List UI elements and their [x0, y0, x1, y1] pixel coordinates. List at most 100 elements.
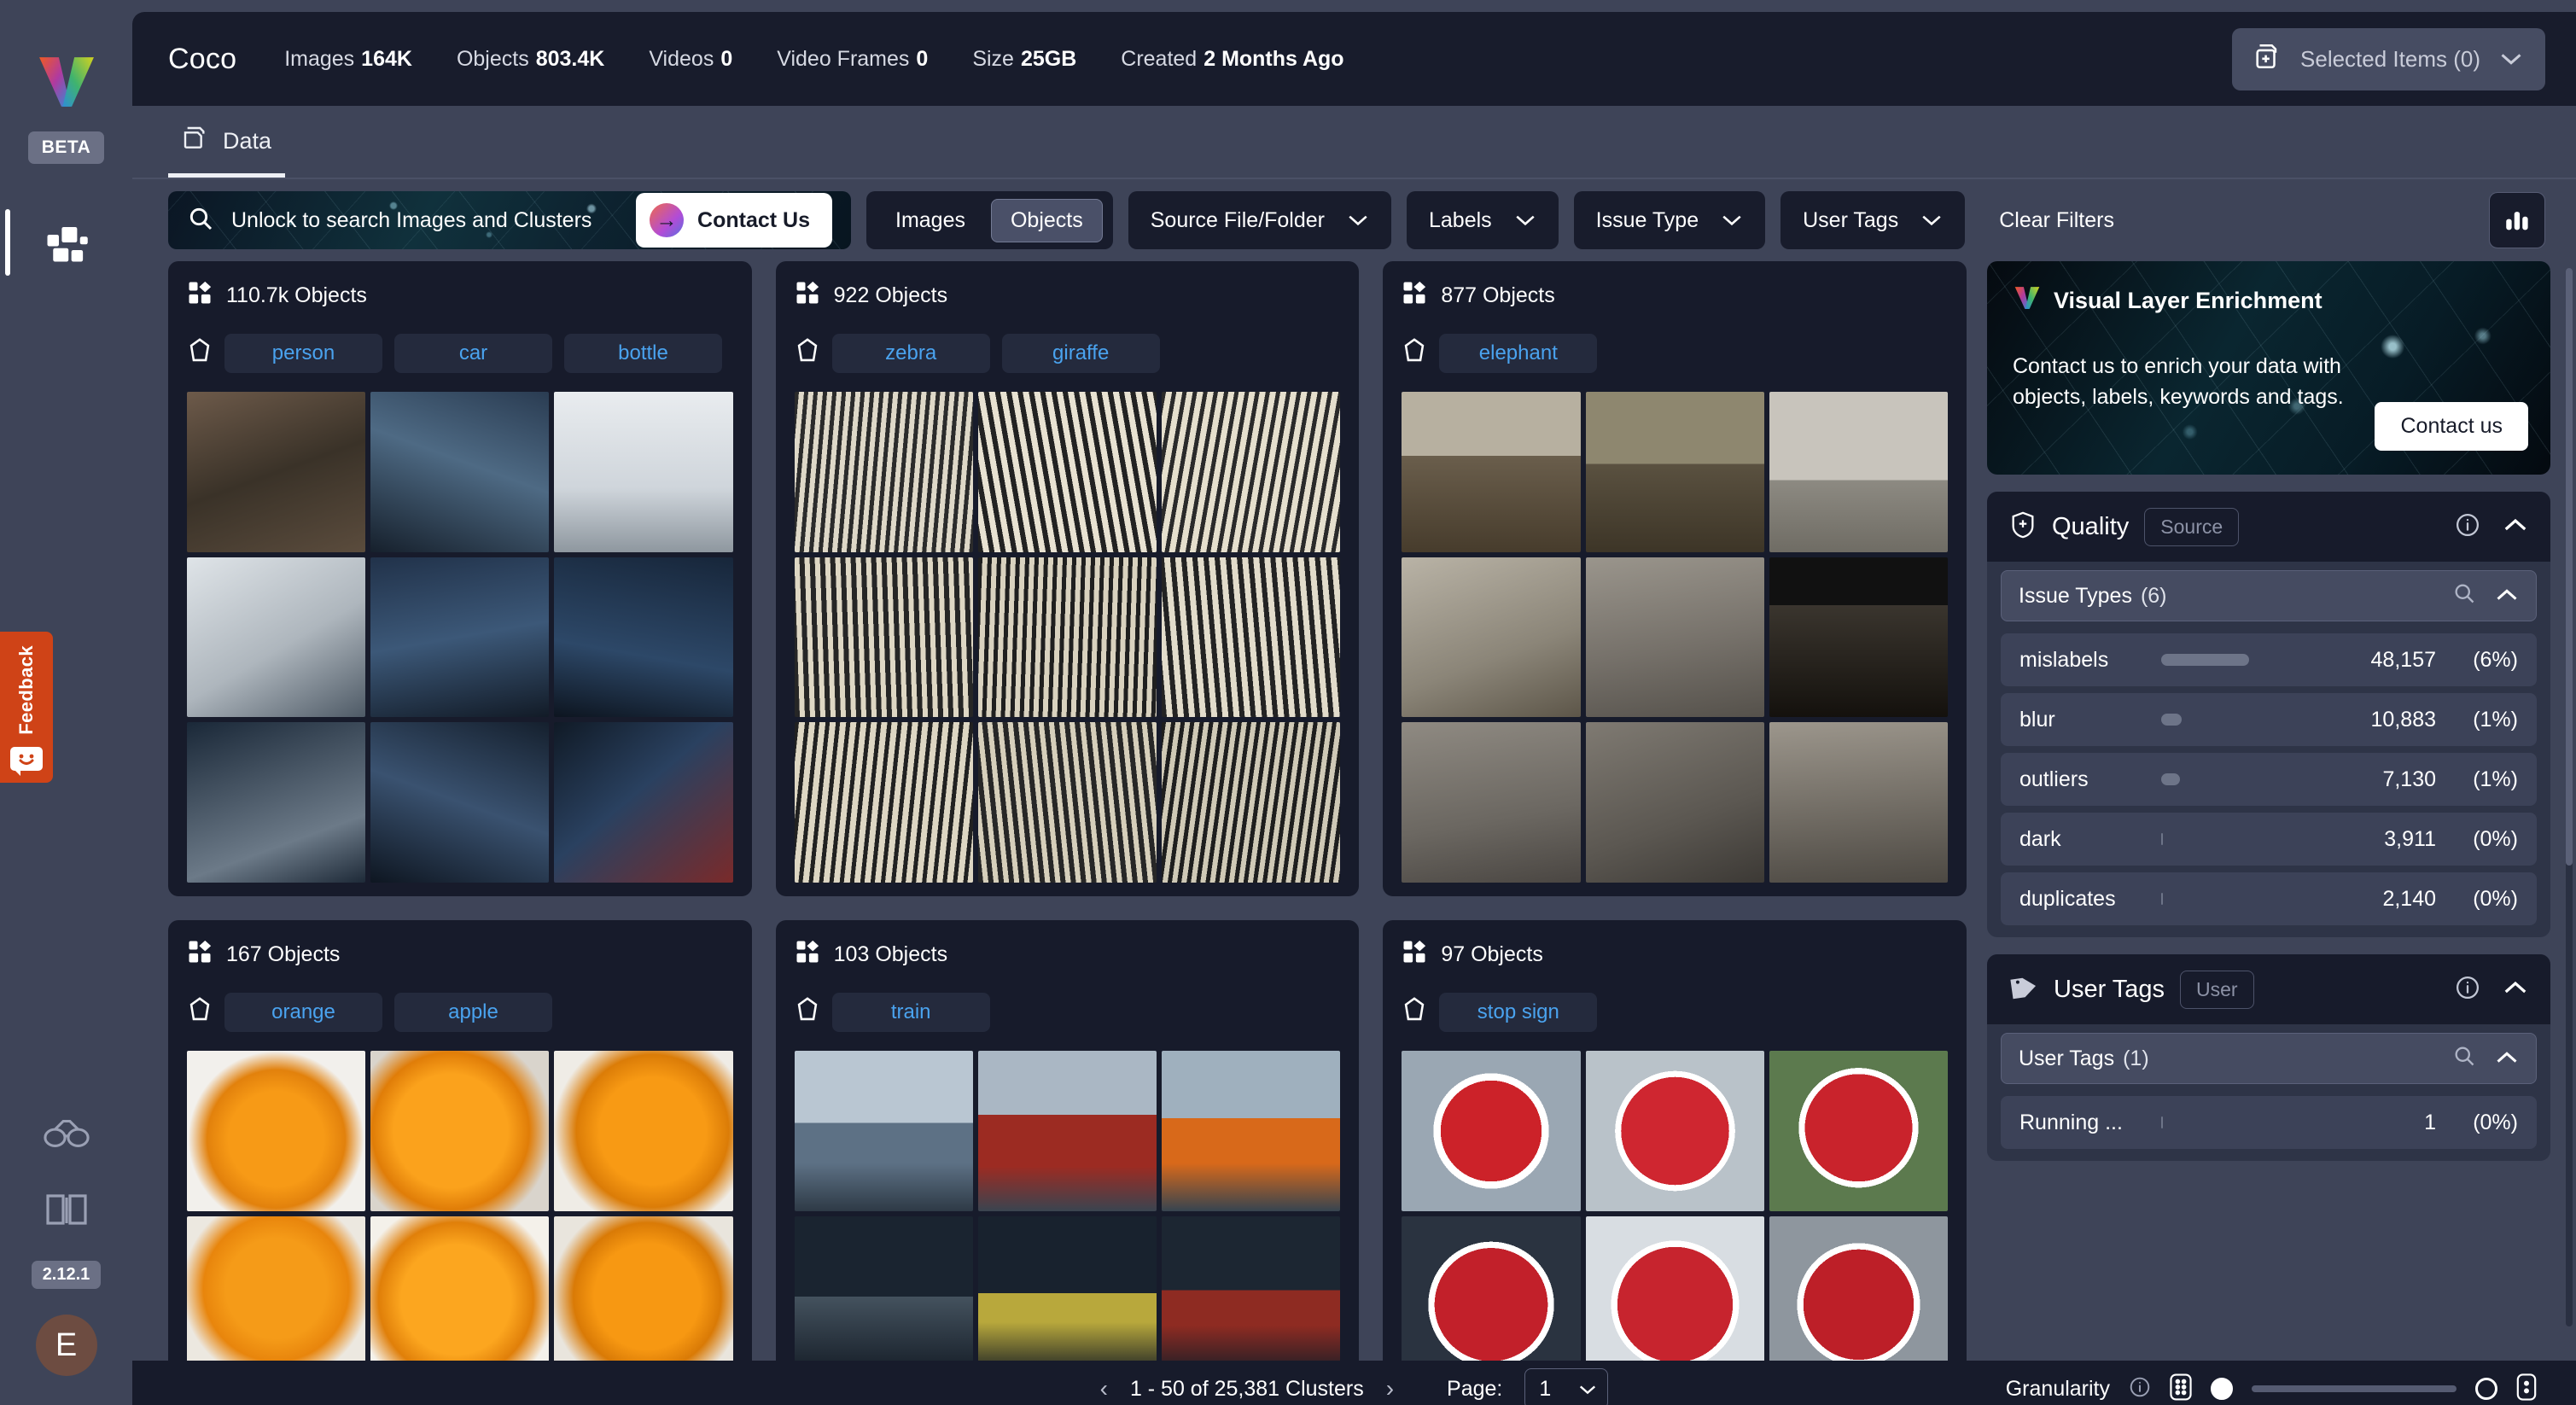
prev-page-button[interactable]: ‹ — [1100, 1375, 1108, 1402]
contact-us-button[interactable]: → Contact Us — [636, 193, 832, 248]
thumbnail[interactable] — [554, 557, 733, 718]
issue-row[interactable]: dark 3,911 (0%) — [2001, 813, 2537, 866]
thumbnail[interactable] — [794, 1216, 973, 1361]
user-tag-row[interactable]: Running ... 1 (0%) — [2001, 1096, 2537, 1149]
cluster-card[interactable]: 110.7k Objects person car bottle — [168, 261, 752, 897]
selected-items-dropdown[interactable]: Selected Items (0) — [2232, 27, 2545, 90]
thumbnail[interactable] — [1402, 557, 1581, 718]
issue-types-subheader[interactable]: Issue Types (6) — [2001, 570, 2537, 621]
thumbnail[interactable] — [187, 1216, 366, 1361]
tag-chip[interactable]: person — [224, 334, 382, 373]
issue-row[interactable]: blur 10,883 (1%) — [2001, 693, 2537, 746]
thumbnail[interactable] — [187, 1051, 366, 1211]
thumbnail[interactable] — [794, 1051, 973, 1211]
thumbnail[interactable] — [794, 392, 973, 552]
cluster-card[interactable]: 922 Objects zebra giraffe — [775, 261, 1360, 897]
chevron-up-icon[interactable] — [2503, 979, 2528, 1000]
filter-source-file-folder[interactable]: Source File/Folder — [1128, 191, 1391, 249]
thumbnail[interactable] — [1585, 557, 1764, 718]
cluster-card[interactable]: 167 Objects orange apple — [168, 920, 752, 1361]
thumbnail[interactable] — [554, 1216, 733, 1361]
granularity-slider-track[interactable] — [2252, 1385, 2457, 1392]
thumbnail[interactable] — [1162, 1216, 1341, 1361]
tag-chip[interactable]: elephant — [1439, 334, 1598, 373]
thumbnail[interactable] — [1585, 1051, 1764, 1211]
thumbnail[interactable] — [977, 557, 1157, 718]
filter-issue-type[interactable]: Issue Type — [1573, 191, 1766, 249]
thumbnail[interactable] — [370, 722, 550, 883]
thumbnail[interactable] — [1585, 392, 1764, 552]
clear-filters-button[interactable]: Clear Filters — [1980, 208, 2133, 233]
thumbnail[interactable] — [370, 392, 550, 552]
thumbnail[interactable] — [1769, 557, 1948, 718]
toggle-images[interactable]: Images — [877, 200, 984, 242]
thumbnail[interactable] — [1402, 392, 1581, 552]
granularity-fine-icon[interactable] — [2170, 1373, 2192, 1405]
docs-icon[interactable] — [41, 1184, 92, 1235]
thumbnail[interactable] — [977, 722, 1157, 883]
thumbnail[interactable] — [1162, 722, 1341, 883]
thumbnail[interactable] — [370, 557, 550, 718]
next-page-button[interactable]: › — [1386, 1375, 1394, 1402]
thumbnail[interactable] — [1769, 1051, 1948, 1211]
thumbnail[interactable] — [370, 1051, 550, 1211]
thumbnail[interactable] — [554, 1051, 733, 1211]
granularity-coarse-icon[interactable] — [2516, 1373, 2537, 1405]
tag-chip[interactable]: train — [831, 993, 990, 1033]
thumbnail[interactable] — [370, 1216, 550, 1361]
user-tags-subheader[interactable]: User Tags (1) — [2001, 1033, 2537, 1084]
thumbnail[interactable] — [1769, 722, 1948, 883]
thumbnail[interactable] — [977, 392, 1157, 552]
toggle-objects[interactable]: Objects — [990, 198, 1103, 242]
info-icon[interactable] — [2455, 512, 2480, 542]
thumbnail[interactable] — [1402, 1216, 1581, 1361]
thumbnail[interactable] — [1769, 1216, 1948, 1361]
info-icon[interactable] — [2455, 975, 2480, 1005]
filter-labels[interactable]: Labels — [1407, 191, 1559, 249]
thumbnail[interactable] — [554, 722, 733, 883]
chevron-up-icon[interactable] — [2495, 584, 2519, 609]
chevron-up-icon[interactable] — [2503, 516, 2528, 538]
bar-chart-icon[interactable] — [2489, 192, 2545, 248]
cluster-card[interactable]: 103 Objects train — [775, 920, 1360, 1361]
visual-layer-logo[interactable] — [34, 50, 99, 114]
enrichment-contact-button[interactable]: Contact us — [2375, 402, 2528, 451]
sidebar-item-clusters[interactable] — [0, 209, 132, 276]
tag-chip[interactable]: stop sign — [1439, 993, 1598, 1033]
search-icon[interactable] — [2452, 581, 2476, 611]
thumbnail[interactable] — [187, 722, 366, 883]
search-input[interactable]: Unlock to search Images and Clusters → C… — [168, 191, 851, 249]
thumbnail[interactable] — [977, 1216, 1157, 1361]
thumbnail[interactable] — [1585, 1216, 1764, 1361]
issue-row[interactable]: duplicates 2,140 (0%) — [2001, 872, 2537, 925]
search-icon[interactable] — [2452, 1044, 2476, 1074]
granularity-slider-handle[interactable] — [2211, 1378, 2233, 1400]
issue-row[interactable]: outliers 7,130 (1%) — [2001, 753, 2537, 806]
issue-row[interactable]: mislabels 48,157 (6%) — [2001, 633, 2537, 686]
tag-chip[interactable]: orange — [224, 993, 382, 1033]
page-select[interactable]: 1 — [1524, 1368, 1609, 1405]
info-icon[interactable] — [2129, 1376, 2151, 1402]
thumbnail[interactable] — [1162, 557, 1341, 718]
chevron-up-icon[interactable] — [2495, 1046, 2519, 1071]
tag-chip[interactable]: zebra — [831, 334, 990, 373]
thumbnail[interactable] — [1769, 392, 1948, 552]
tab-data[interactable]: Data — [168, 125, 286, 178]
thumbnail[interactable] — [187, 557, 366, 718]
thumbnail[interactable] — [1162, 1051, 1341, 1211]
thumbnail[interactable] — [977, 1051, 1157, 1211]
thumbnail[interactable] — [794, 722, 973, 883]
explore-icon[interactable] — [41, 1107, 92, 1158]
granularity-slider-end[interactable] — [2475, 1378, 2497, 1400]
thumbnail[interactable] — [187, 392, 366, 552]
thumbnail[interactable] — [1162, 392, 1341, 552]
tag-chip[interactable]: giraffe — [1001, 334, 1160, 373]
tag-chip[interactable]: bottle — [564, 334, 722, 373]
cluster-card[interactable]: 877 Objects elephant — [1383, 261, 1967, 897]
thumbnail[interactable] — [554, 392, 733, 552]
tag-chip[interactable]: apple — [394, 993, 552, 1033]
thumbnail[interactable] — [1402, 722, 1581, 883]
cluster-card[interactable]: 97 Objects stop sign — [1383, 920, 1967, 1361]
filter-user-tags[interactable]: User Tags — [1780, 191, 1966, 249]
thumbnail[interactable] — [794, 557, 973, 718]
